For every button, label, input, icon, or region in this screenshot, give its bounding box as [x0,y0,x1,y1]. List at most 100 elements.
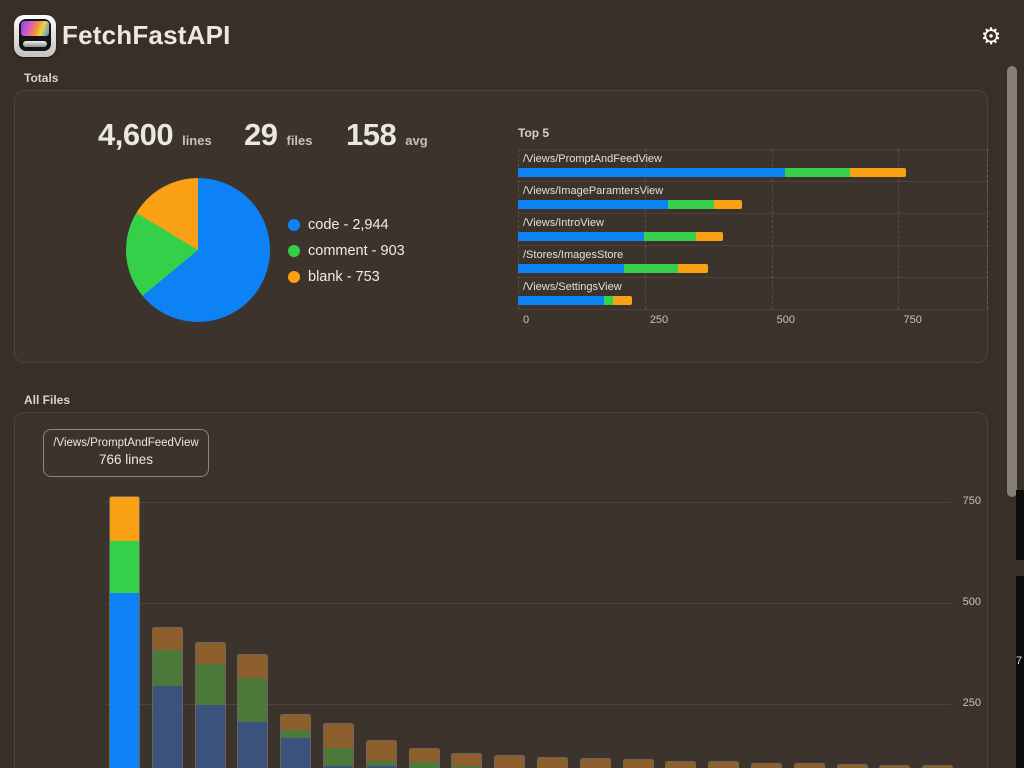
app-window: FetchFastAPI ⚙ Totals 4,600 lines 29 files 1… [0,0,1024,768]
file-bar[interactable] [879,764,911,768]
bar-segment-blank [152,627,182,650]
background-window-gap [1016,560,1024,576]
bar-segment-comment [623,264,679,273]
bar-segment-blank [324,724,353,749]
bar-segment-blank [713,200,742,209]
top5-bar[interactable] [518,232,723,241]
bar-segment-blank [794,764,824,768]
file-bar[interactable] [280,714,312,768]
top5-chart-title: Top 5 [518,126,550,140]
bar-segment-comment [409,762,439,768]
pie-legend: code - 2,944 comment - 903 blank - 753 [288,212,405,290]
legend-dot [288,245,300,257]
bar-segment-blank [281,715,311,730]
stat-files: 29 files [244,117,313,152]
top5-bar[interactable] [518,200,742,209]
hover-tooltip: /Views/PromptAndFeedView 766 lines [43,429,209,477]
bar-segment-comment [644,232,696,241]
top5-bar[interactable] [518,296,633,305]
file-bar[interactable] [494,754,526,768]
all-files-panel: 250 500 750 /Views/PromptAndFeedView 766 l… [14,412,988,768]
bar-segment-blank [752,763,781,768]
stat-lines: 4,600 lines [98,117,212,152]
bar-segment-comment [238,678,268,722]
bar-segment-blank [850,168,907,177]
file-bar[interactable] [237,653,269,768]
file-bar[interactable] [194,641,226,768]
bar-segment-blank [452,753,482,766]
stat-avg: 158 avg [346,117,428,152]
app-logo-photo [21,21,49,36]
tooltip-line-count: 766 lines [98,452,154,467]
top5-row-label: /Views/ImageParamtersView [523,185,664,197]
app-title: FetchFastAPI [62,20,231,50]
totals-panel: 4,600 lines 29 files 158 avg code - 2,944 comm… [14,90,989,363]
bar-segment-comment [281,729,311,738]
legend-item: code - 2,944 [288,212,405,238]
file-bar[interactable] [408,748,440,768]
bar-segment-code [518,168,786,177]
lines-pie-chart[interactable] [126,178,270,322]
background-window-sliver: 7 [1016,490,1024,768]
bar-segment-blank [366,741,396,761]
bar-segment-blank [238,654,268,679]
file-bar[interactable] [922,764,954,768]
tooltip-file-name: /Views/PromptAndFeedView [53,437,199,449]
legend-dot [288,219,300,231]
bar-segment-blank [195,642,225,665]
bar-segment-code [110,592,139,768]
bar-segment-code [281,737,311,768]
all-files-section-label: All Files [24,393,71,407]
file-bar[interactable] [151,626,183,768]
bar-segment-blank [613,296,633,305]
top5-row-label: /Views/IntroView [523,217,604,229]
file-bar[interactable] [836,763,868,768]
top5-row-label: /Views/SettingsView [523,281,622,293]
bar-segment-comment [603,296,614,305]
top5-bar[interactable] [518,264,708,273]
app-logo-screen [19,19,51,51]
bar-segment-comment [110,541,139,593]
bar-segment-code [518,296,604,305]
top5-row-label: /Views/PromptAndFeedView [523,153,662,165]
bar-segment-comment [152,649,182,687]
bar-segment-code [195,705,225,768]
file-bar[interactable] [365,740,397,768]
bar-segment-blank [695,232,723,241]
bar-segment-blank [678,264,708,273]
bar-segment-blank [666,761,696,768]
legend-item: blank - 753 [288,264,405,290]
legend-item: comment - 903 [288,238,405,264]
bar-segment-comment [195,664,225,706]
top5-plot: 0 250 500 750/Views/PromptAndFeedView/Views… [518,149,989,331]
bar-segment-blank [409,749,439,763]
bar-segment-blank [110,496,139,542]
bar-segment-code [152,686,182,768]
bar-segment-code [518,232,645,241]
app-logo-slot [23,41,47,47]
file-bar[interactable] [109,495,140,768]
bar-segment-code [518,264,624,273]
bar-segment-comment [668,200,714,209]
file-bar[interactable] [751,762,782,768]
file-bar[interactable] [451,752,483,768]
file-bar[interactable] [622,759,654,768]
background-window-partial-text: 7 [1016,655,1023,667]
top5-bar[interactable] [518,168,907,177]
bar-segment-blank [709,762,739,768]
totals-section-label: Totals [24,71,59,85]
file-bar[interactable] [537,756,568,768]
legend-dot [288,271,300,283]
settings-gear-icon[interactable]: ⚙ [978,23,1004,49]
file-bar[interactable] [579,757,611,768]
bar-segment-blank [538,757,567,768]
file-bar[interactable] [323,723,354,768]
bar-segment-code [238,721,268,768]
bar-segment-blank [580,758,610,768]
file-bar[interactable] [665,760,697,768]
scrollbar-thumb[interactable] [1007,66,1017,497]
bar-segment-comment [324,748,353,767]
file-bar[interactable] [793,763,825,768]
file-bar[interactable] [708,761,740,768]
app-logo [14,15,56,57]
